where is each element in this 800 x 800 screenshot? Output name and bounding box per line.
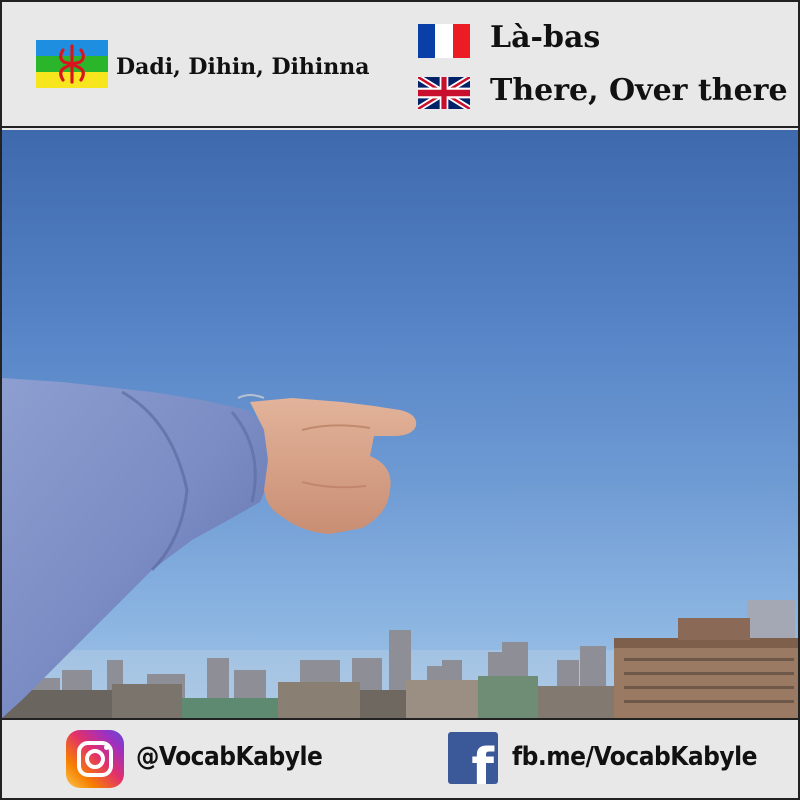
english-word: There, Over there xyxy=(490,73,788,108)
footer: @VocabKabyle f fb.me/VocabKabyle xyxy=(2,718,798,798)
instagram-handle[interactable]: @VocabKabyle xyxy=(136,742,323,772)
pointing-hand xyxy=(250,398,417,534)
kabyle-word: Dadi, Dihin, Dihinna xyxy=(116,54,370,80)
france-flag-icon xyxy=(418,24,470,58)
facebook-icon[interactable]: f xyxy=(448,732,498,784)
amazigh-flag-icon xyxy=(36,40,108,88)
instagram-icon[interactable] xyxy=(66,730,124,788)
header: Dadi, Dihin, Dihinna Là-bas There, Over … xyxy=(2,2,798,128)
french-word: Là-bas xyxy=(490,20,601,55)
hand-pointing-at-skyline-photo xyxy=(2,130,798,718)
facebook-link[interactable]: fb.me/VocabKabyle xyxy=(512,742,758,772)
uk-flag-icon xyxy=(418,77,470,109)
vocab-card: Dadi, Dihin, Dihinna Là-bas There, Over … xyxy=(0,0,800,800)
